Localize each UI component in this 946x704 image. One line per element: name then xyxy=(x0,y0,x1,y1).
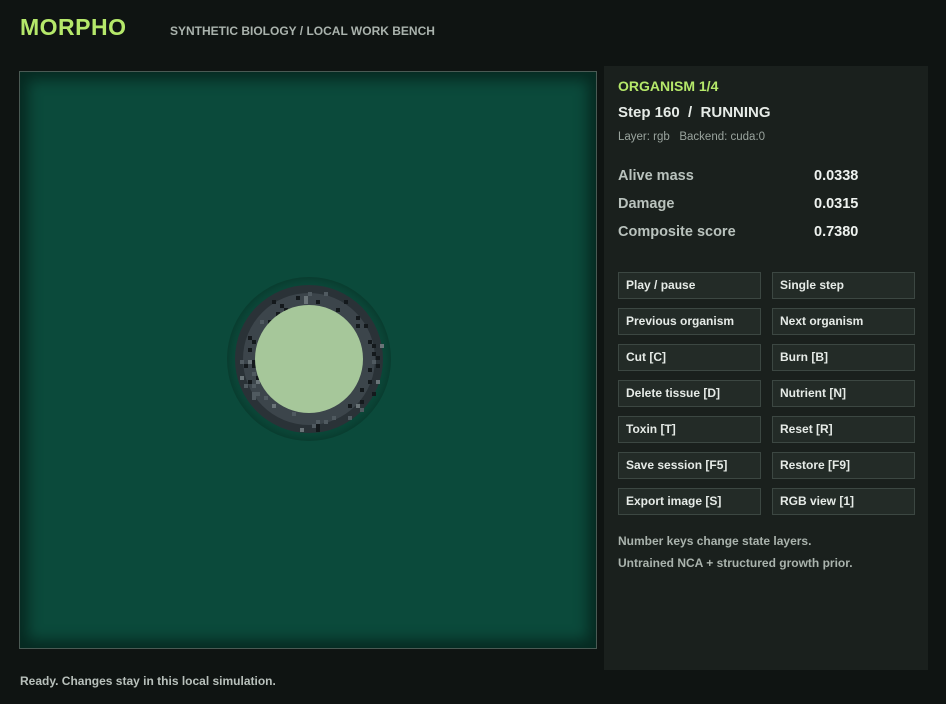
metric-alive-mass-label: Alive mass xyxy=(618,168,694,184)
membrane-cell xyxy=(360,408,364,412)
metric-damage-value: 0.0315 xyxy=(814,196,859,212)
membrane-cell xyxy=(252,384,256,388)
membrane-cell xyxy=(360,388,364,392)
export-image-button[interactable]: Export image [S] xyxy=(618,488,761,515)
metric-alive-mass-value: 0.0338 xyxy=(814,168,859,184)
membrane-cell xyxy=(332,416,336,420)
membrane-cell xyxy=(240,360,244,364)
burn-button[interactable]: Burn [B] xyxy=(772,344,915,371)
app-subtitle: SYNTHETIC BIOLOGY / LOCAL WORK BENCH xyxy=(170,24,435,38)
membrane-cell xyxy=(296,296,300,300)
membrane-cell xyxy=(336,308,340,312)
organism-render xyxy=(227,277,391,441)
toxin-button[interactable]: Toxin [T] xyxy=(618,416,761,443)
next-organism-button[interactable]: Next organism xyxy=(772,308,915,335)
membrane-cell xyxy=(316,428,320,432)
membrane-cell xyxy=(376,356,380,360)
metric-composite-score-label: Composite score xyxy=(618,224,736,240)
membrane-cell xyxy=(316,424,320,428)
status-bar: Ready. Changes stay in this local simula… xyxy=(20,674,276,688)
membrane-cell xyxy=(248,380,252,384)
metric-composite-score-value: 0.7380 xyxy=(814,224,859,240)
membrane-cell xyxy=(348,416,352,420)
membrane-cell xyxy=(356,316,360,320)
membrane-cell xyxy=(292,412,296,416)
membrane-cell xyxy=(304,300,308,304)
membrane-cell xyxy=(272,404,276,408)
membrane-cell xyxy=(252,372,256,376)
membrane-cell xyxy=(372,360,376,364)
membrane-cell xyxy=(272,300,276,304)
membrane-cell xyxy=(248,360,252,364)
membrane-cell xyxy=(348,404,352,408)
cut-button[interactable]: Cut [C] xyxy=(618,344,761,371)
membrane-cell xyxy=(364,324,368,328)
membrane-cell xyxy=(380,344,384,348)
membrane-cell xyxy=(248,336,252,340)
membrane-cell xyxy=(324,292,328,296)
membrane-cell xyxy=(376,380,380,384)
membrane-cell xyxy=(256,392,260,396)
membrane-cell xyxy=(252,392,256,396)
control-panel: ORGANISM 1/4 Step 160 / RUNNING Layer: r… xyxy=(604,66,928,670)
reset-button[interactable]: Reset [R] xyxy=(772,416,915,443)
organism-counter: ORGANISM 1/4 xyxy=(618,78,719,94)
membrane-cell xyxy=(264,396,268,400)
membrane-cell xyxy=(304,296,308,300)
membrane-cell xyxy=(256,380,260,384)
membrane-cell xyxy=(368,380,372,384)
help-note-model: Untrained NCA + structured growth prior. xyxy=(618,556,853,570)
membrane-cell xyxy=(368,368,372,372)
membrane-cell xyxy=(252,340,256,344)
metric-damage-label: Damage xyxy=(618,196,675,212)
membrane-cell xyxy=(372,344,376,348)
step-status: Step 160 / RUNNING xyxy=(618,104,771,121)
help-note-layers: Number keys change state layers. xyxy=(618,534,812,548)
membrane-cell xyxy=(312,424,316,428)
membrane-cell xyxy=(244,364,248,368)
rgb-view-button[interactable]: RGB view [1] xyxy=(772,488,915,515)
delete-tissue-button[interactable]: Delete tissue [D] xyxy=(618,380,761,407)
nutrient-button[interactable]: Nutrient [N] xyxy=(772,380,915,407)
membrane-cell xyxy=(280,304,284,308)
membrane-cell xyxy=(316,300,320,304)
membrane-cell xyxy=(356,404,360,408)
membrane-cell xyxy=(240,376,244,380)
restore-button[interactable]: Restore [F9] xyxy=(772,452,915,479)
save-session-button[interactable]: Save session [F5] xyxy=(618,452,761,479)
membrane-cell xyxy=(248,348,252,352)
app-logo-title: MORPHO xyxy=(20,14,127,40)
membrane-cell xyxy=(300,428,304,432)
play-pause-button[interactable]: Play / pause xyxy=(618,272,761,299)
membrane-cell xyxy=(252,396,256,400)
membrane-cell xyxy=(260,320,264,324)
membrane-cell xyxy=(376,364,380,368)
membrane-cell xyxy=(356,324,360,328)
membrane-cell xyxy=(372,352,376,356)
membrane-cell xyxy=(308,292,312,296)
membrane-cell xyxy=(368,340,372,344)
previous-organism-button[interactable]: Previous organism xyxy=(618,308,761,335)
simulation-canvas[interactable] xyxy=(19,71,597,649)
membrane-cell xyxy=(360,400,364,404)
membrane-cell xyxy=(244,384,248,388)
layer-backend-info: Layer: rgb Backend: cuda:0 xyxy=(618,131,766,143)
membrane-cell xyxy=(316,420,320,424)
membrane-cell xyxy=(344,300,348,304)
single-step-button[interactable]: Single step xyxy=(772,272,915,299)
membrane-cell xyxy=(372,392,376,396)
organism-core xyxy=(255,305,363,413)
membrane-cell xyxy=(324,420,328,424)
